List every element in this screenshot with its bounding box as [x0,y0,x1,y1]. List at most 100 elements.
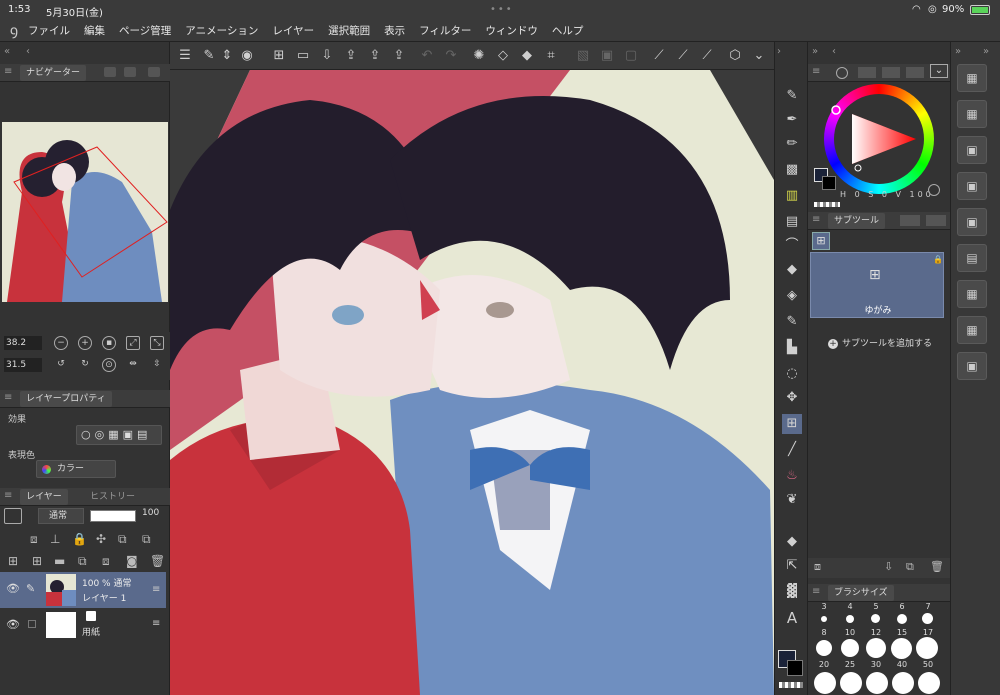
brush-snap-icon[interactable]: ⟋ [674,47,692,65]
brush-dot[interactable] [814,672,836,694]
eraser-icon[interactable]: ◆ [782,260,802,280]
opacity-value[interactable]: 100 [142,508,159,518]
chevron-left-icon[interactable]: ‹ [26,46,30,57]
material-icon[interactable]: ▦ [957,316,987,344]
text-icon[interactable]: A [782,608,802,628]
3d-icon[interactable]: ⬡ [726,47,744,65]
brush-size-label[interactable]: 25 [840,660,860,669]
layer-mask-icon[interactable] [4,508,22,524]
dropper-icon[interactable]: ✎ [782,312,802,332]
undo-icon[interactable]: ↶ [418,47,436,65]
export2-icon[interactable]: ⇪ [366,47,384,65]
export-icon[interactable]: ⇪ [342,47,360,65]
zoom-out-icon[interactable]: − [54,336,68,350]
pen-icon[interactable]: ✒ [782,110,802,130]
trash-icon[interactable]: 🗑 [930,560,944,573]
subtool-settings-icon[interactable]: ⧈ [814,560,821,574]
multitask-dots-icon[interactable]: ••• [490,4,514,15]
transform-icon[interactable]: ⌗ [542,47,560,65]
menu-edit[interactable]: 編集 [84,23,105,38]
brush-dot[interactable] [892,672,914,694]
new-raster-icon[interactable]: ⊞ [8,554,18,568]
brush-size-label[interactable]: 5 [866,602,886,611]
brush-size-label[interactable]: 12 [866,628,886,637]
tab-history[interactable]: ヒストリー [84,489,142,505]
brush-dot[interactable] [866,672,888,694]
material-icon[interactable]: ▦ [957,64,987,92]
fit-icon[interactable]: ▪ [102,336,116,350]
open-folder-icon[interactable]: ▭ [294,47,312,65]
tab-subtool[interactable]: サブツール [828,213,886,229]
add-subtool-button[interactable]: + サブツールを追加する [828,336,932,349]
fill-bucket-icon[interactable]: ◆ [782,532,802,552]
eye-icon[interactable]: 👁 [6,618,20,631]
blend-mode-select[interactable]: 通常 [38,508,84,524]
brush-dot[interactable] [871,614,880,623]
material-icon[interactable]: ▦ [957,100,987,128]
reset-rotate-icon[interactable]: ⊙ [102,358,116,372]
pen-snap-icon[interactable]: ⟋ [698,47,716,65]
zoom-value[interactable]: 38.2 [4,336,42,350]
menu-filter[interactable]: フィルター [419,23,471,38]
lock-icon[interactable]: ⧈ [30,532,38,547]
mask-icon[interactable]: ◙ [126,554,138,568]
menu-page[interactable]: ページ管理 [119,23,171,38]
liquify-icon[interactable]: ◈ [782,286,802,306]
lock-icon[interactable]: 🔒 [933,255,943,264]
mesh-icon[interactable]: ⊞ [782,414,802,434]
brush-dot[interactable] [918,672,940,694]
copy-subtool-icon[interactable]: ⧉ [906,560,914,574]
hamburger-menu-icon[interactable]: ☰ [176,47,194,65]
select-icon[interactable]: ⇱ [782,556,802,576]
brush-dot[interactable] [821,616,827,622]
loading-icon[interactable]: ✺ [470,47,488,65]
material-icon[interactable]: ▣ [957,352,987,380]
lock-alpha-icon[interactable]: 🔒 [72,532,87,546]
transparent-swatch[interactable] [779,682,803,688]
balloon-icon[interactable]: ❦ [782,490,802,510]
export3-icon[interactable]: ⇪ [390,47,408,65]
opacity-slider[interactable] [90,510,136,522]
new-folder-icon[interactable]: ▬ [54,554,65,568]
new-vector-icon[interactable]: ⊞ [32,554,42,568]
layer-check-icon[interactable] [28,620,36,628]
clear-icon[interactable]: ◇ [494,47,512,65]
brush-size-label[interactable]: 50 [918,660,938,669]
menu-animation[interactable]: アニメーション [185,23,258,38]
merge-icon[interactable]: ⧈ [102,554,110,569]
drag-handle-icon[interactable]: ≡ [4,490,12,501]
flip-vertical-icon[interactable]: ⇳ [150,358,164,372]
deselect-icon[interactable]: ▧ [574,47,592,65]
brush-size-label[interactable]: 17 [918,628,938,637]
brush-size-label[interactable]: 15 [892,628,912,637]
brush-icon[interactable]: ▩ [782,160,802,180]
tool-property-tab[interactable] [900,215,920,226]
drag-handle-icon[interactable]: ≡ [4,66,12,77]
invert-icon[interactable]: ▣ [598,47,616,65]
brush-size-label[interactable]: 20 [814,660,834,669]
record-icon[interactable]: ◉ [238,47,256,65]
collapse-right-icon[interactable]: » [955,46,961,57]
menu-window[interactable]: ウィンドウ [485,23,538,38]
drag-handle-icon[interactable]: ≡ [812,214,820,225]
brush-size-label[interactable]: 8 [814,628,834,637]
material-icon[interactable]: ▣ [957,208,987,236]
layer-menu-icon[interactable]: ≡ [152,584,160,595]
new-file-icon[interactable]: ⊞ [270,47,288,65]
chevron-right-icon[interactable]: › [777,46,781,57]
drawing-canvas[interactable] [170,70,774,695]
menu-file[interactable]: ファイル [28,23,70,38]
brush-size-label[interactable]: 6 [892,602,912,611]
navigator-thumbnail[interactable] [2,122,168,302]
tab-icon[interactable] [104,67,116,77]
menu-view[interactable]: 表示 [384,23,405,38]
material-icon[interactable]: ▣ [957,172,987,200]
redo-icon[interactable]: ↷ [442,47,460,65]
ruler-icon[interactable]: ⟋ [650,47,668,65]
brush-size-label[interactable]: 7 [918,602,938,611]
fill-icon[interactable]: ▙ [782,338,802,358]
color-tab-icon[interactable] [858,67,876,78]
fit-window-icon[interactable]: ⤡ [150,336,164,350]
color-tab-icon[interactable] [882,67,900,78]
clip-icon[interactable]: ⊥ [50,532,60,546]
